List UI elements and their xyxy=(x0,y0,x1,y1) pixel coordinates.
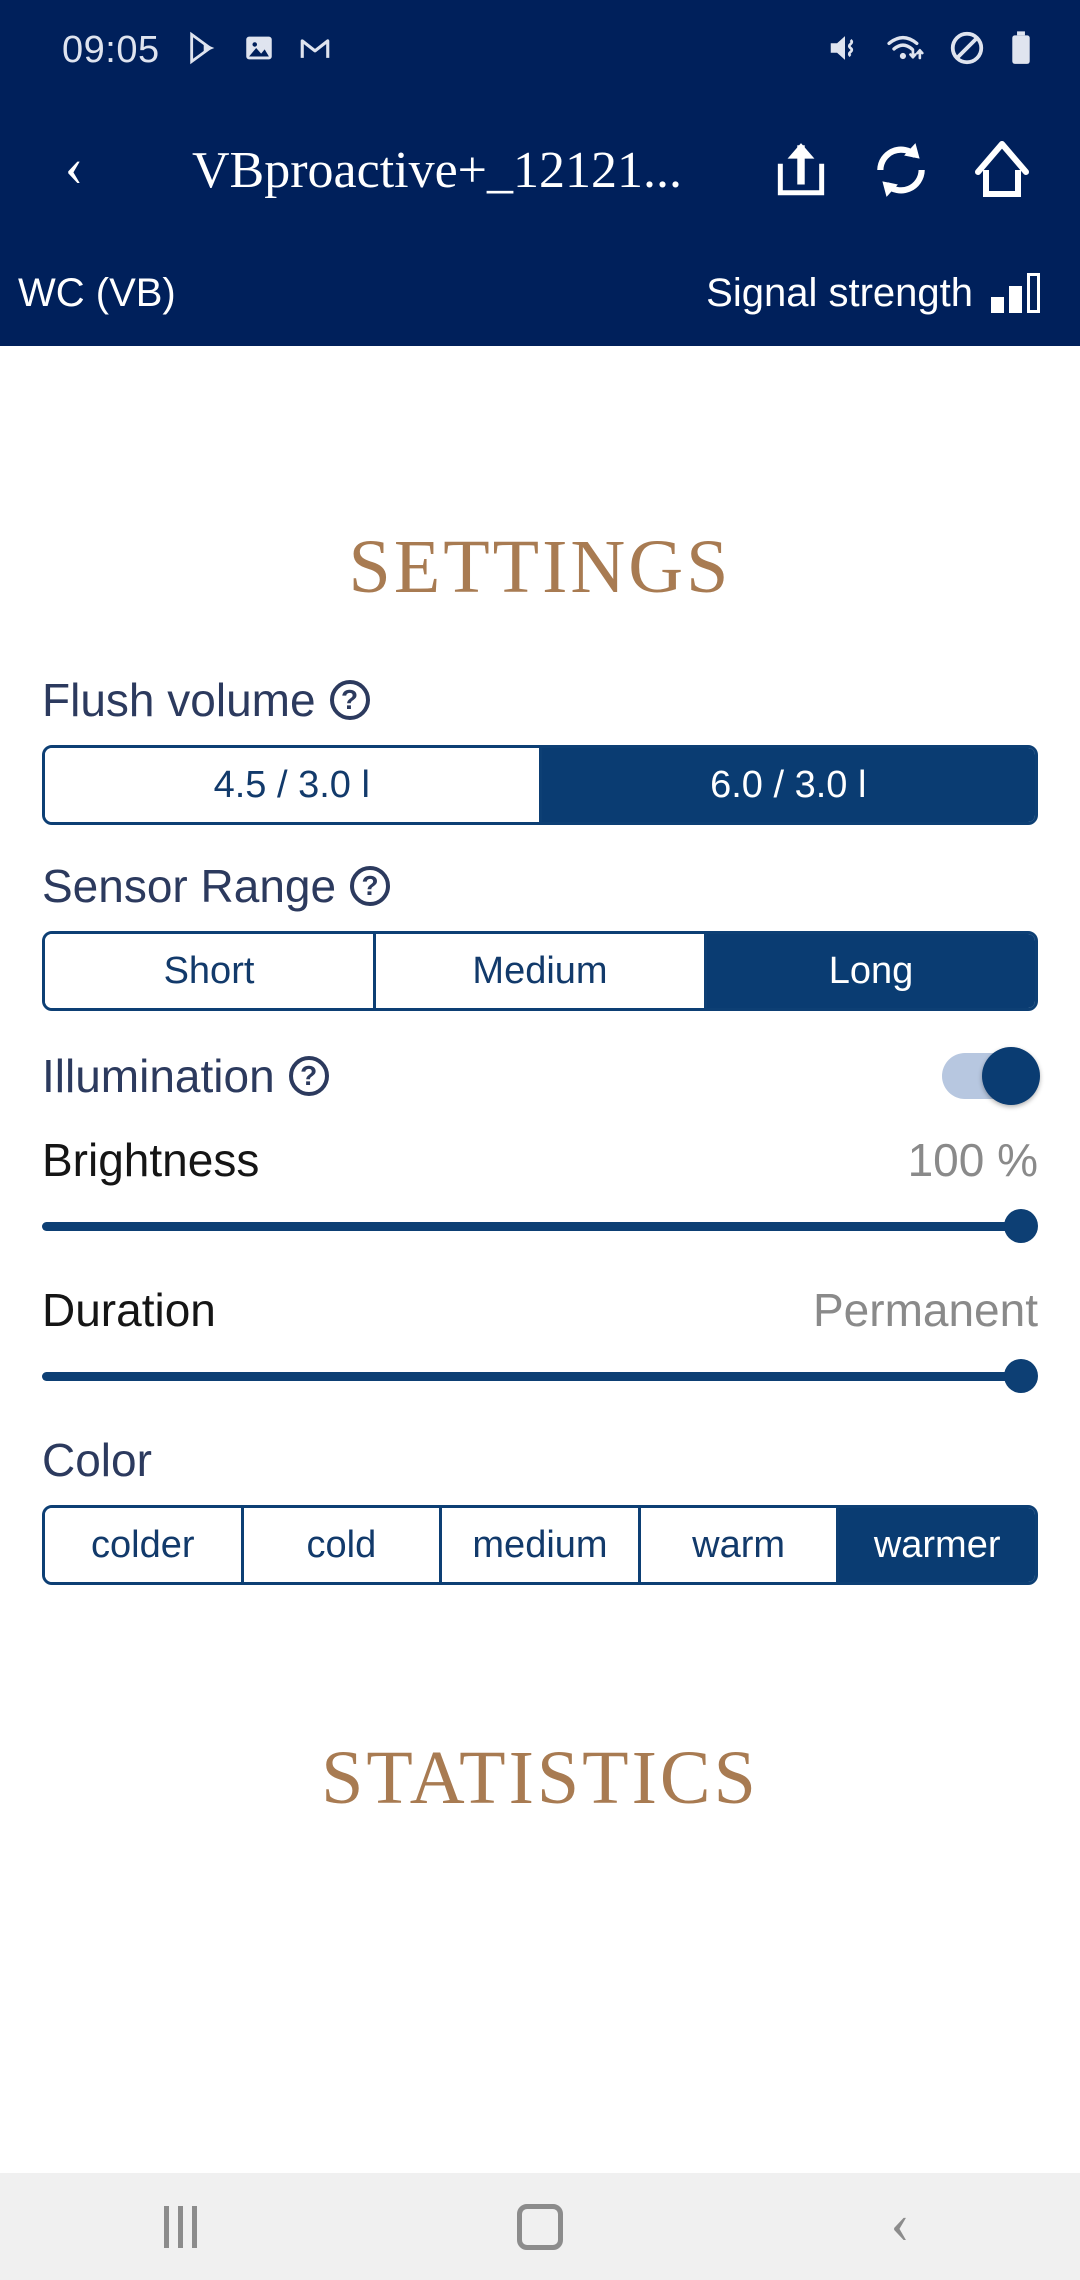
help-icon[interactable]: ? xyxy=(329,680,370,720)
share-icon[interactable] xyxy=(772,139,830,201)
sensor-range-group: Sensor Range ? Short Medium Long xyxy=(42,859,1038,1011)
color-option-0[interactable]: colder xyxy=(45,1508,244,1582)
illumination-toggle[interactable] xyxy=(942,1047,1040,1105)
statistics-heading: STATISTICS xyxy=(321,1736,759,1820)
signal-strength-label: Signal strength xyxy=(706,270,973,315)
wifi-icon xyxy=(886,29,926,72)
do-not-disturb-icon xyxy=(948,29,986,72)
signal-strength-group: Signal strength xyxy=(706,271,1040,316)
sensor-range-option-2[interactable]: Long xyxy=(707,934,1035,1008)
photos-icon xyxy=(242,31,276,70)
settings-heading: SETTINGS xyxy=(348,525,732,609)
brightness-group: Brightness 100 % xyxy=(42,1133,1038,1243)
help-icon[interactable]: ? xyxy=(288,1056,329,1096)
color-option-2[interactable]: medium xyxy=(442,1508,641,1582)
color-option-4[interactable]: warmer xyxy=(839,1508,1035,1582)
android-nav-bar: ‹ xyxy=(0,2173,1080,2280)
device-sub-bar: WC (VB) Signal strength xyxy=(0,240,1080,346)
signal-bars-icon xyxy=(991,273,1040,313)
illumination-label: Illumination xyxy=(42,1050,275,1102)
flush-volume-segmented-control[interactable]: 4.5 / 3.0 l 6.0 / 3.0 l xyxy=(42,745,1038,825)
app-bar-actions xyxy=(772,139,1046,201)
illumination-label-row: Illumination ? xyxy=(42,1049,329,1103)
slider-track xyxy=(42,1372,1024,1381)
brightness-slider[interactable] xyxy=(42,1209,1038,1243)
brightness-header: Brightness 100 % xyxy=(42,1133,1038,1187)
help-icon[interactable]: ? xyxy=(350,866,391,906)
status-bar: 09:05 xyxy=(0,0,1080,100)
toggle-knob xyxy=(982,1047,1040,1105)
brightness-value: 100 % xyxy=(907,1134,1038,1186)
brightness-label: Brightness xyxy=(42,1134,260,1186)
home-square-icon xyxy=(517,2203,563,2250)
home-icon[interactable] xyxy=(972,139,1032,201)
recents-icon xyxy=(163,2205,197,2248)
color-label-row: Color xyxy=(42,1433,1038,1487)
refresh-icon[interactable] xyxy=(870,139,932,201)
vibrate-mute-icon xyxy=(826,29,864,72)
status-clock: 09:05 xyxy=(62,28,160,71)
duration-header: Duration Permanent xyxy=(42,1283,1038,1337)
sensor-range-option-1[interactable]: Medium xyxy=(376,934,707,1008)
play-store-icon xyxy=(186,31,220,70)
color-option-1[interactable]: cold xyxy=(243,1508,443,1582)
settings-screen: SETTINGS Flush volume ? 4.5 / 3.0 l 6.0 … xyxy=(0,346,1080,2173)
slider-thumb[interactable] xyxy=(1004,1359,1038,1393)
app-title: VBproactive+_12121... xyxy=(191,141,682,199)
sensor-range-label: Sensor Range xyxy=(42,860,337,912)
app-bar: ‹ VBproactive+_12121... xyxy=(0,100,1080,240)
slider-track xyxy=(42,1222,1024,1231)
nav-back-button[interactable]: ‹ xyxy=(810,2193,990,2252)
color-segmented-control[interactable]: colder cold medium warm warmer xyxy=(42,1505,1038,1585)
duration-slider[interactable] xyxy=(42,1359,1038,1393)
status-system-icons xyxy=(826,29,1034,72)
sensor-range-label-row: Sensor Range ? xyxy=(42,859,1038,913)
flush-volume-group: Flush volume ? 4.5 / 3.0 l 6.0 / 3.0 l xyxy=(42,673,1038,825)
device-name: WC (VB) xyxy=(18,270,176,315)
flush-volume-label-row: Flush volume ? xyxy=(42,673,1038,727)
duration-label: Duration xyxy=(42,1284,216,1336)
color-option-3[interactable]: warm xyxy=(640,1508,840,1582)
flush-volume-option-0[interactable]: 4.5 / 3.0 l xyxy=(45,748,542,822)
flush-volume-label: Flush volume xyxy=(42,674,316,726)
status-notification-icons xyxy=(186,31,332,70)
gmail-icon xyxy=(298,31,332,70)
back-button[interactable]: ‹ xyxy=(44,139,104,195)
slider-thumb[interactable] xyxy=(1004,1209,1038,1243)
nav-home-button[interactable] xyxy=(450,2203,630,2250)
color-label: Color xyxy=(42,1434,152,1486)
flush-volume-option-1[interactable]: 6.0 / 3.0 l xyxy=(541,748,1035,822)
illumination-group: Illumination ? xyxy=(42,1047,1040,1105)
duration-value: Permanent xyxy=(812,1284,1038,1336)
sensor-range-option-0[interactable]: Short xyxy=(45,934,376,1008)
nav-recents-button[interactable] xyxy=(90,2205,270,2248)
back-chevron-icon: ‹ xyxy=(890,2189,910,2255)
duration-group: Duration Permanent xyxy=(42,1283,1038,1393)
color-group: Color colder cold medium warm warmer xyxy=(42,1433,1038,1585)
sensor-range-segmented-control[interactable]: Short Medium Long xyxy=(42,931,1038,1011)
battery-icon xyxy=(1008,29,1034,72)
